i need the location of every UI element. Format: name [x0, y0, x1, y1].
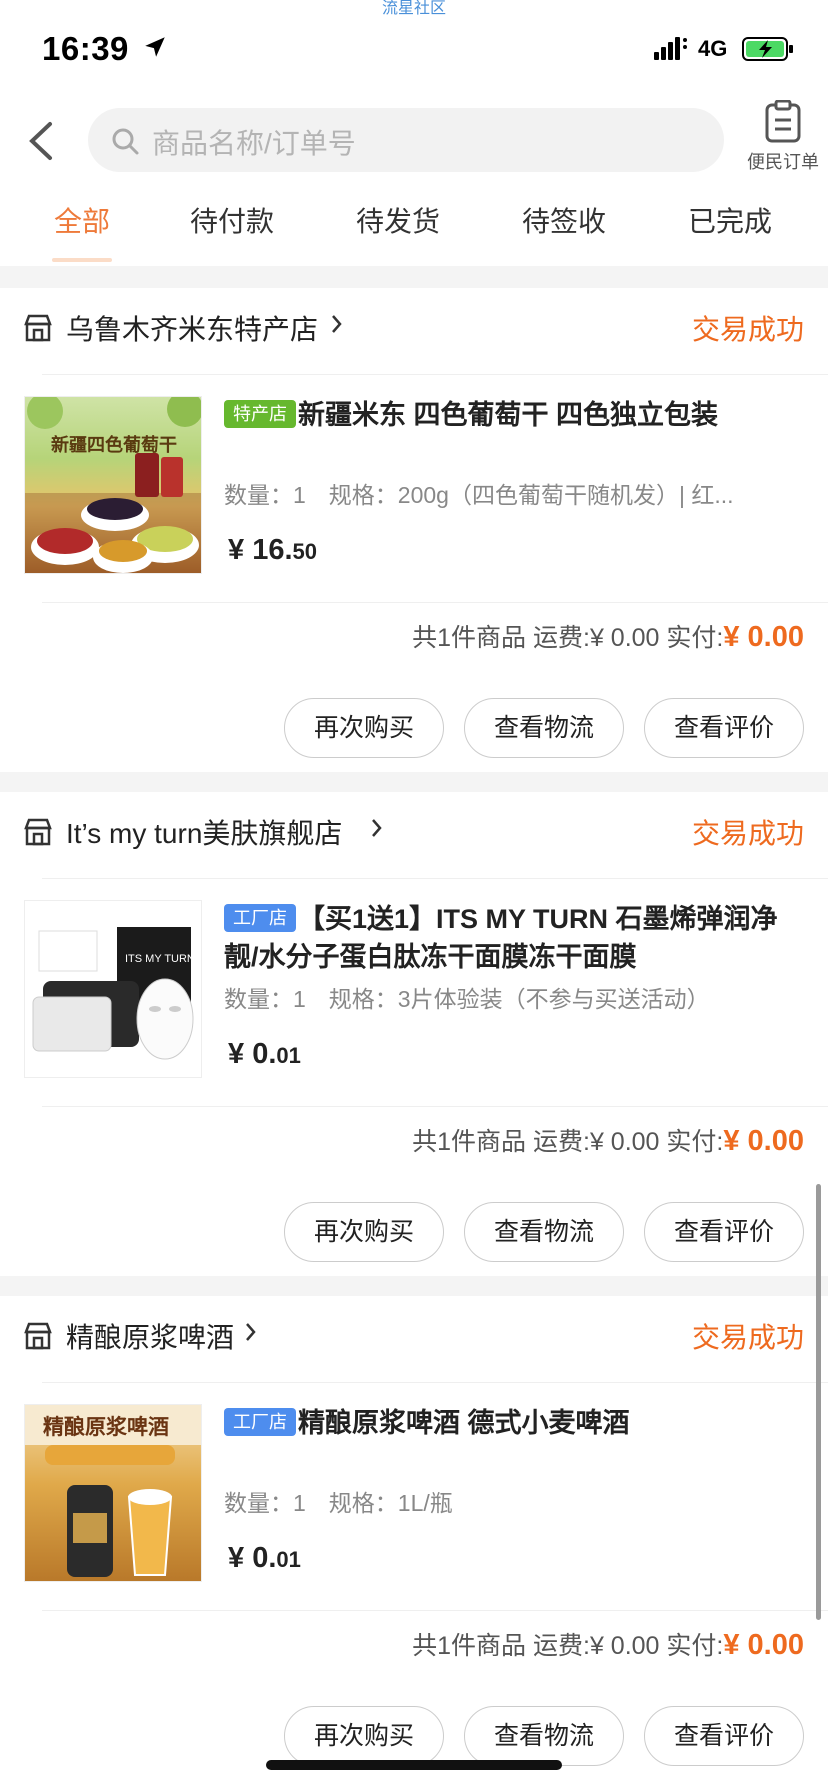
tab-pending-payment[interactable]: 待付款	[162, 200, 302, 240]
chevron-right-icon	[332, 315, 342, 333]
signal-icon	[654, 37, 687, 60]
divider	[42, 878, 828, 879]
search-icon	[112, 128, 139, 155]
battery-charging-icon	[742, 37, 793, 61]
status-bar: 16:39 4G	[0, 28, 828, 72]
shop-type-badge: 工厂店	[224, 904, 296, 932]
header-area: 流星社区 16:39 4G 商品名称/订单号 便民订单 全部 待付款 待发货 待…	[0, 0, 828, 266]
order-card: 精酿原浆啤酒 交易成功 精酿原浆啤酒 工厂店 精酿原浆啤酒 德式小麦啤酒 数量：1…	[0, 1296, 828, 1792]
shop-type-badge: 特产店	[224, 400, 296, 428]
active-tab-indicator	[52, 258, 112, 262]
tab-pending-shipment[interactable]: 待发货	[328, 200, 468, 240]
currency-symbol: ¥	[228, 1542, 245, 1574]
order-summary-text: 共1件商品 运费:¥ 0.00 实付:	[412, 624, 724, 652]
nav-bar: 商品名称/订单号 便民订单	[0, 100, 828, 180]
price-decimal: 01	[276, 1043, 301, 1068]
paid-amount: ¥ 0.00	[723, 621, 804, 653]
paid-amount: ¥ 0.00	[723, 1125, 804, 1157]
tab-completed[interactable]: 已完成	[660, 200, 800, 240]
product-image[interactable]: 精酿原浆啤酒	[24, 1404, 202, 1582]
paid-amount: ¥ 0.00	[723, 1629, 804, 1661]
convenience-orders-button[interactable]: 便民订单	[742, 100, 824, 180]
order-card: 乌鲁木齐米东特产店 交易成功 新疆四色葡萄干 特产店 新疆米东 四色葡萄干 四色独…	[0, 288, 828, 772]
chevron-right-icon	[372, 819, 382, 837]
shop-name[interactable]: 乌鲁木齐米东特产店	[66, 308, 318, 348]
product-image-caption: 精酿原浆啤酒	[43, 1416, 169, 1439]
price-decimal: 01	[276, 1547, 301, 1572]
order-card: It’s my turn美肤旗舰店 交易成功 ITS MY TURN 工厂店 【买…	[0, 792, 828, 1276]
product-title-text: 新疆米东 四色葡萄干 四色独立包装	[298, 400, 719, 430]
divider	[42, 1106, 828, 1107]
rebuy-button[interactable]: 再次购买	[284, 698, 444, 758]
face-mask-illustration	[32, 927, 194, 1060]
view-logistics-button[interactable]: 查看物流	[464, 1706, 624, 1766]
rebuy-button[interactable]: 再次购买	[284, 1202, 444, 1262]
back-arrow-icon[interactable]	[22, 118, 62, 164]
chevron-right-icon	[246, 1323, 256, 1341]
shop-name[interactable]: 精酿原浆啤酒	[66, 1316, 234, 1356]
product-image[interactable]: ITS MY TURN	[24, 900, 202, 1078]
price-integer: 16.	[252, 534, 293, 566]
status-time: 16:39	[42, 30, 129, 67]
store-icon	[24, 818, 52, 846]
product-title-text: 【买1送1】ITS MY TURN 石墨烯弹润净靓/水分子蛋白肽冻干面膜冻干面膜	[224, 904, 778, 972]
product-title[interactable]: 工厂店 【买1送1】ITS MY TURN 石墨烯弹润净靓/水分子蛋白肽冻干面膜冻…	[224, 900, 804, 976]
view-logistics-button[interactable]: 查看物流	[464, 1202, 624, 1262]
price-integer: 0.	[252, 1038, 277, 1070]
product-title-text: 精酿原浆啤酒 德式小麦啤酒	[298, 1408, 630, 1438]
order-status: 交易成功	[691, 1322, 804, 1353]
shop-name[interactable]: It’s my turn美肤旗舰店	[66, 812, 342, 852]
currency-symbol: ¥	[228, 534, 245, 566]
order-summary: 共1件商品 运费:¥ 0.00 实付:¥ 0.00	[412, 618, 804, 654]
product-spec: 数量：1 规格：1L/瓶	[224, 1490, 453, 1516]
convenience-orders-label: 便民订单	[747, 152, 819, 172]
order-status: 交易成功	[691, 314, 804, 345]
home-indicator[interactable]	[266, 1760, 562, 1770]
raisins-illustration	[25, 397, 201, 573]
view-logistics-button[interactable]: 查看物流	[464, 698, 624, 758]
divider	[42, 374, 828, 375]
order-summary-text: 共1件商品 运费:¥ 0.00 实付:	[412, 1632, 724, 1660]
product-title[interactable]: 特产店 新疆米东 四色葡萄干 四色独立包装	[224, 396, 804, 434]
price-integer: 0.	[252, 1542, 277, 1574]
divider	[42, 602, 828, 603]
tab-all[interactable]: 全部	[12, 200, 152, 240]
order-summary-text: 共1件商品 运费:¥ 0.00 实付:	[412, 1128, 724, 1156]
view-review-button[interactable]: 查看评价	[644, 1706, 804, 1766]
product-price: ¥ 0.01	[228, 1038, 301, 1071]
clipboard-icon	[765, 100, 801, 143]
search-input[interactable]: 商品名称/订单号	[88, 108, 724, 172]
product-image-caption: ITS MY TURN	[125, 953, 195, 965]
store-icon	[24, 1322, 52, 1350]
product-spec: 数量：1 规格：3片体验装（不参与买送活动）	[224, 986, 710, 1012]
order-status: 交易成功	[691, 818, 804, 849]
divider	[42, 1610, 828, 1611]
search-placeholder: 商品名称/订单号	[152, 128, 356, 159]
rebuy-button[interactable]: 再次购买	[284, 1706, 444, 1766]
view-review-button[interactable]: 查看评价	[644, 1202, 804, 1262]
store-icon	[24, 314, 52, 342]
product-price: ¥ 0.01	[228, 1542, 301, 1575]
divider	[42, 1382, 828, 1383]
tab-pending-receipt[interactable]: 待签收	[494, 200, 634, 240]
product-spec: 数量：1 规格：200g（四色葡萄干随机发）| 红...	[224, 482, 734, 508]
watermark: 流星社区	[381, 0, 446, 17]
product-title[interactable]: 工厂店 精酿原浆啤酒 德式小麦啤酒	[224, 1404, 804, 1442]
view-review-button[interactable]: 查看评价	[644, 698, 804, 758]
product-image-caption: 新疆四色葡萄干	[51, 435, 177, 455]
price-decimal: 50	[292, 539, 318, 564]
shop-type-badge: 工厂店	[224, 1408, 296, 1436]
scrollbar[interactable]	[816, 1184, 821, 1620]
product-image[interactable]: 新疆四色葡萄干	[24, 396, 202, 574]
order-summary: 共1件商品 运费:¥ 0.00 实付:¥ 0.00	[412, 1122, 804, 1158]
location-arrow-icon	[145, 37, 165, 57]
network-type: 4G	[698, 36, 728, 61]
product-price: ¥ 16.50	[228, 534, 317, 567]
currency-symbol: ¥	[228, 1038, 245, 1070]
order-tabs: 全部 待付款 待发货 待签收 已完成	[0, 200, 828, 266]
order-summary: 共1件商品 运费:¥ 0.00 实付:¥ 0.00	[412, 1626, 804, 1662]
